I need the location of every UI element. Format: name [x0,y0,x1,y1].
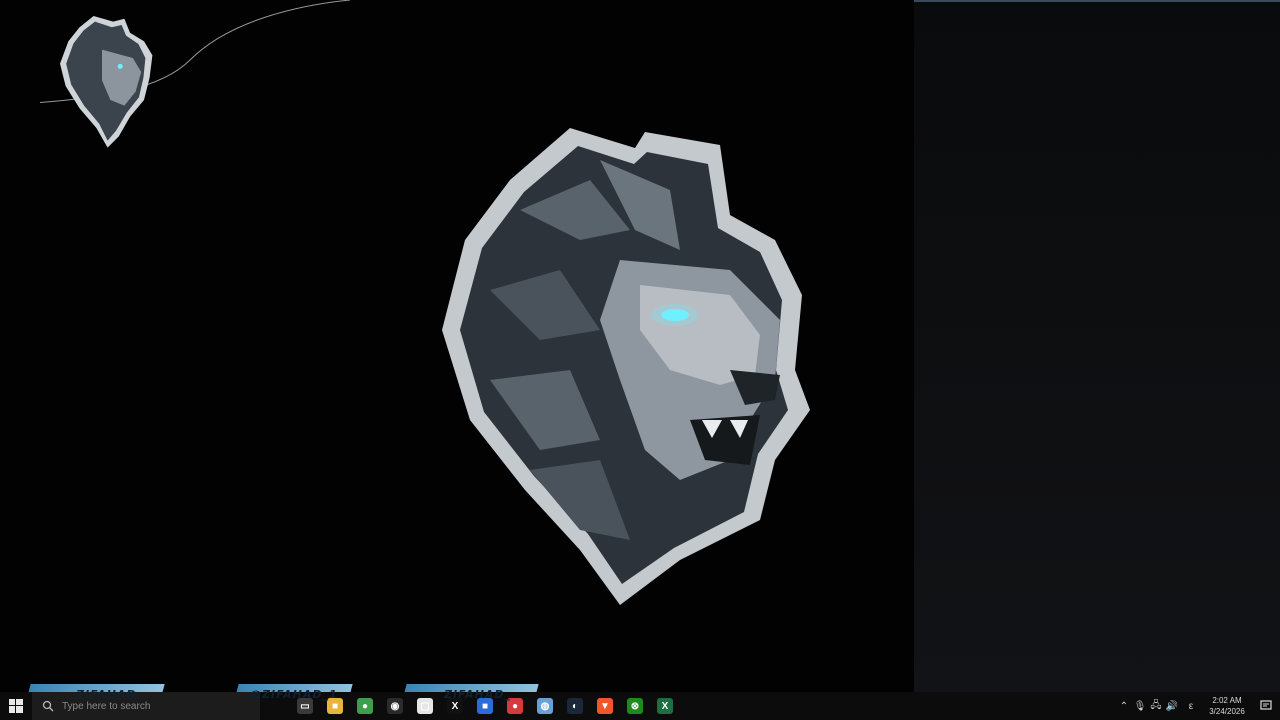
side-panel [914,0,1280,694]
clock-date: 3/24/2026 [1209,707,1245,716]
desktop[interactable]: ZIFAHAD @ZIFAHAD_1 ZIFAHAD_ Type here to… [0,0,1280,720]
search-placeholder: Type here to search [62,700,151,712]
windows-icon [9,699,23,713]
taskbar-app-xbox[interactable]: ⊗ [620,692,650,720]
taskbar-app-brave[interactable]: ▼ [590,692,620,720]
excel-icon: X [657,698,673,714]
input-indicator[interactable]: ε [1180,692,1202,720]
search-icon [42,700,54,712]
lion-head-logo [442,128,810,605]
network-icon[interactable]: 🖧 [1148,692,1164,720]
brand-banner-2-text: @ZIFAHAD_1 [250,687,338,701]
brand-banner-3-text: ZIFAHAD_ [444,687,512,701]
small-lion-logo [40,0,351,148]
taskbar-app-excel[interactable]: X [650,692,680,720]
brave-icon: ▼ [597,698,613,714]
taskbar: Type here to search ▭ ■ ● ◉ ▢ X ■ ● ◍ ◐ ▼ ⊗ X ⌃ 🎙 🖧 … [0,692,1280,720]
volume-icon[interactable]: 🔊 [1164,692,1180,720]
app-globe-icon: ◍ [537,698,553,714]
steam-icon: ◐ [567,698,583,714]
microphone-icon[interactable]: 🎙 [1132,692,1148,720]
taskbar-app-chrome[interactable]: ● [350,692,380,720]
chrome-icon: ● [357,698,373,714]
chevron-up-icon[interactable]: ⌃ [1116,692,1132,720]
notification-glyph [1260,700,1272,710]
notification-icon[interactable] [1252,692,1280,720]
system-tray: ⌃ 🎙 🖧 🔊 ε 2:02 AM 3/24/2026 [1116,692,1280,720]
taskbar-app-steam[interactable]: ◐ [560,692,590,720]
obs-icon: ◉ [387,698,403,714]
brand-banner-1-text: ZIFAHAD [76,687,137,701]
xbox-icon: ⊗ [627,698,643,714]
taskbar-app-app-globe[interactable]: ◍ [530,692,560,720]
clock[interactable]: 2:02 AM 3/24/2026 [1202,692,1252,720]
clock-time: 2:02 AM [1212,696,1242,705]
